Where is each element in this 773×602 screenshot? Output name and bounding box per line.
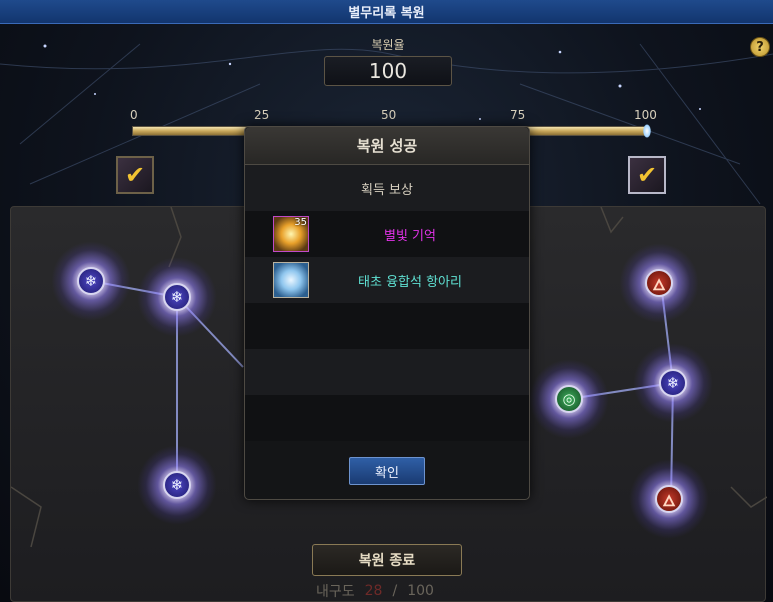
snowflake-icon: ❄ — [659, 369, 687, 397]
node-fire-1[interactable]: 🜂 — [619, 243, 699, 323]
node-ice-1[interactable]: ❄ — [51, 241, 131, 321]
node-wind-1[interactable]: ◎ — [529, 359, 609, 439]
wind-icon: ◎ — [555, 385, 583, 413]
popup-subheader: 획득 보상 — [245, 165, 529, 211]
node-fire-2[interactable]: 🜂 — [629, 459, 709, 539]
reward-name: 별빛 기억 — [384, 229, 436, 244]
durability-current: 28 — [364, 583, 383, 599]
snowflake-icon: ❄ — [77, 267, 105, 295]
durability-separator: / — [392, 583, 398, 599]
item-quantity: 35 — [294, 217, 307, 228]
node-ice-2[interactable]: ❄ — [137, 257, 217, 337]
empty-reward-row — [245, 303, 529, 349]
fusion-vase-icon — [273, 262, 309, 298]
popup-title: 복원 성공 — [356, 137, 418, 155]
progress-tick-25: 25 — [254, 108, 270, 122]
reward-row[interactable]: 태초 융합석 항아리 — [245, 257, 529, 303]
starlight-icon: 35 — [273, 216, 309, 252]
restoration-rate-box: 100 — [324, 56, 452, 86]
window-title-bar: 별무리록 복원 — [0, 0, 773, 24]
restoration-rate-panel: 복원율 100 — [312, 30, 464, 90]
reward-name: 태초 융합석 항아리 — [358, 275, 462, 290]
milestone-reward-25[interactable]: ✔ — [116, 156, 154, 194]
restoration-rate-label: 복원율 — [371, 38, 405, 52]
snowflake-icon: ❄ — [163, 283, 191, 311]
window-title: 별무리록 복원 — [348, 6, 425, 21]
restoration-rate-value: 100 — [368, 59, 408, 83]
reward-heading: 획득 보상 — [361, 182, 413, 198]
progress-tick-0: 0 — [130, 108, 138, 122]
node-ice-4[interactable]: ❄ — [633, 343, 713, 423]
progress-tick-100: 100 — [634, 108, 657, 122]
progress-tick-50: 50 — [381, 108, 397, 122]
checkmark-icon: ✔ — [124, 161, 146, 189]
milestone-reward-100[interactable]: ✔ — [628, 156, 666, 194]
fire-icon: 🜂 — [655, 485, 683, 513]
help-button[interactable]: ? — [750, 37, 770, 57]
confirm-button[interactable]: 확인 — [349, 457, 425, 485]
snowflake-icon: ❄ — [163, 471, 191, 499]
confirm-label: 확인 — [375, 465, 399, 481]
durability-max: 100 — [407, 583, 434, 599]
durability-display: 내구도 28 / 100 — [316, 580, 466, 602]
end-restoration-label: 복원 종료 — [358, 553, 416, 569]
fire-icon: 🜂 — [645, 269, 673, 297]
empty-reward-row — [245, 349, 529, 395]
empty-reward-row — [245, 395, 529, 441]
node-ice-3[interactable]: ❄ — [137, 445, 217, 525]
restoration-success-popup: 복원 성공 획득 보상 35 별빛 기억 태초 융합석 항아리 확인 — [244, 126, 530, 500]
reward-row[interactable]: 35 별빛 기억 — [245, 211, 529, 257]
popup-header: 복원 성공 — [245, 127, 529, 165]
durability-label: 내구도 — [316, 584, 355, 600]
progress-end-glow — [643, 124, 651, 138]
progress-tick-75: 75 — [510, 108, 526, 122]
end-restoration-button[interactable]: 복원 종료 — [312, 544, 462, 576]
checkmark-icon: ✔ — [636, 161, 658, 189]
